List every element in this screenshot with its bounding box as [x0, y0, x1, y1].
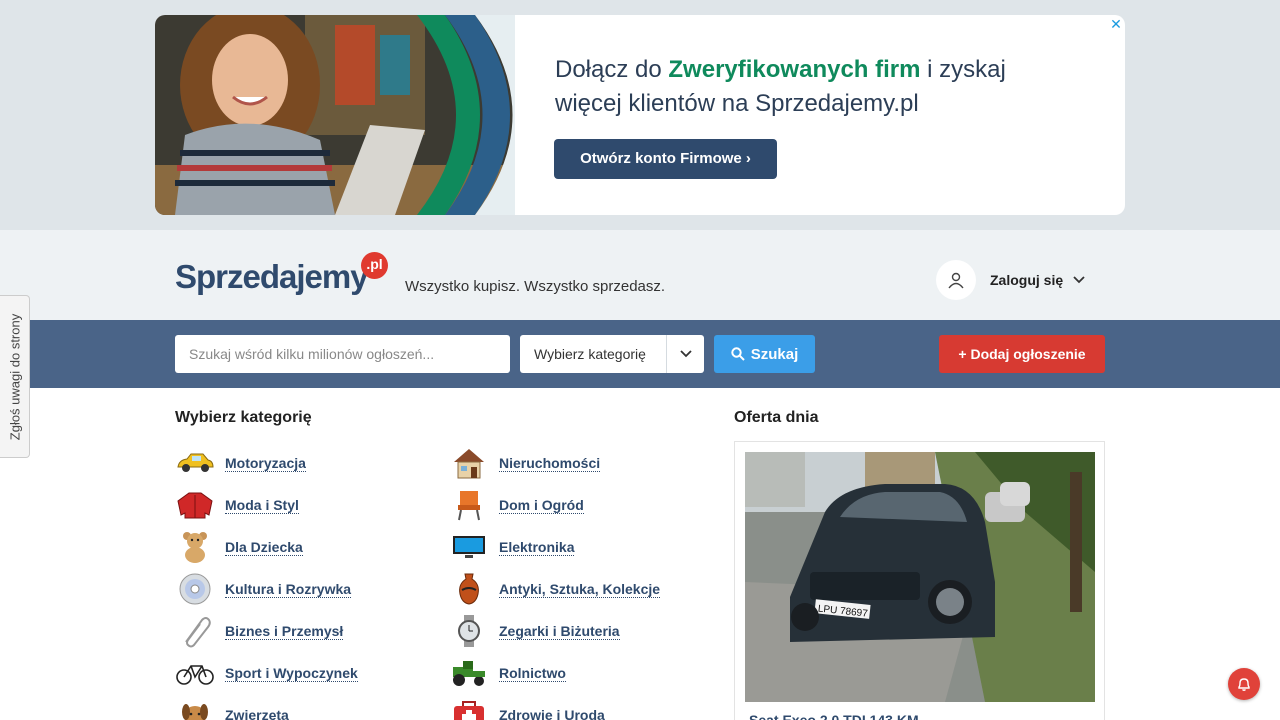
search-button-label: Szukaj — [750, 345, 799, 363]
logo-badge: .pl — [361, 252, 388, 279]
search-input[interactable] — [175, 335, 510, 373]
notifications-button[interactable] — [1228, 668, 1260, 700]
category-item-biznes-i-przemysl[interactable]: Biznes i Przemysł — [175, 614, 344, 648]
categories-title: Wybierz kategorię — [175, 409, 312, 426]
watch-icon — [449, 614, 489, 648]
car-icon — [175, 446, 215, 480]
category-item-dla-dziecka[interactable]: Dla Dziecka — [175, 530, 303, 564]
login-label: Zaloguj się — [990, 272, 1064, 288]
tv-icon — [449, 530, 489, 564]
category-item-zdrowie-i-uroda[interactable]: Zdrowie i Uroda — [449, 698, 605, 720]
vase-icon — [449, 572, 489, 606]
category-item-moda-i-styl[interactable]: Moda i Styl — [175, 488, 299, 522]
chair-icon — [449, 488, 489, 522]
ad-photo — [155, 15, 515, 215]
paperclip-icon — [175, 614, 215, 648]
bicycle-icon — [175, 656, 215, 690]
tagline: Wszystko kupisz. Wszystko sprzedasz. — [405, 278, 666, 295]
search-icon — [731, 347, 745, 361]
category-item-zwierzeta[interactable]: Zwierzęta — [175, 698, 289, 720]
logo[interactable]: Sprzedajemy .pl — [175, 252, 388, 298]
ad-highlight: Zweryfikowanych firm — [668, 56, 921, 83]
teddy-bear-icon — [175, 530, 215, 564]
category-item-dom-i-ogrod[interactable]: Dom i Ogród — [449, 488, 584, 522]
house-icon — [449, 446, 489, 480]
category-item-motoryzacja[interactable]: Motoryzacja — [175, 446, 306, 480]
feedback-tab[interactable]: Zgłoś uwagi do strony — [0, 295, 30, 458]
ad-headline: Dołącz do Zweryfikowanych firm i zyskaj … — [555, 56, 1006, 117]
deal-photo: LPU 78697 — [745, 452, 1095, 702]
deal-of-the-day-title: Oferta dnia — [734, 409, 819, 426]
category-select[interactable]: Wybierz kategorię — [520, 335, 704, 373]
category-item-zegarki-i-bizuteria[interactable]: Zegarki i Biżuteria — [449, 614, 620, 648]
search-bar: Wybierz kategorię Szukaj + Dodaj ogłosze… — [0, 320, 1280, 388]
category-item-kultura-i-rozrywka[interactable]: Kultura i Rozrywka — [175, 572, 352, 606]
site-header: Sprzedajemy .pl Wszystko kupisz. Wszystk… — [0, 230, 1280, 320]
chevron-down-icon — [1073, 271, 1085, 289]
cd-icon — [175, 572, 215, 606]
bell-icon — [1238, 678, 1250, 691]
ad-banner[interactable]: Dołącz do Zweryfikowanych firm i zyskaj … — [155, 15, 1125, 215]
ad-banner-area: Dołącz do Zweryfikowanych firm i zyskaj … — [0, 0, 1280, 230]
dog-icon — [175, 698, 215, 720]
tractor-icon — [449, 656, 489, 690]
category-item-nieruchomosci[interactable]: Nieruchomości — [449, 446, 601, 480]
jacket-icon — [175, 488, 215, 522]
user-icon — [936, 260, 976, 300]
category-select-label: Wybierz kategorię — [534, 346, 646, 362]
logo-text: Sprzedajemy — [175, 258, 369, 295]
first-aid-icon — [449, 698, 489, 720]
deal-caption: Seat Exeo 2.0 TDI 143 KM — [749, 712, 919, 720]
category-item-antyki[interactable]: Antyki, Sztuka, Kolekcje — [449, 572, 661, 606]
category-item-elektronika[interactable]: Elektronika — [449, 530, 575, 564]
search-button[interactable]: Szukaj — [714, 335, 815, 373]
close-icon[interactable]: ✕ — [1109, 17, 1123, 31]
open-business-account-button[interactable]: Otwórz konto Firmowe › — [554, 139, 777, 179]
login-button[interactable]: Zaloguj się — [936, 260, 1085, 300]
add-listing-button[interactable]: + Dodaj ogłoszenie — [939, 335, 1105, 373]
feedback-label: Zgłoś uwagi do strony — [7, 313, 22, 440]
deal-card[interactable]: LPU 78697 Seat Exeo 2.0 TDI 143 KM — [734, 441, 1105, 720]
category-item-sport-i-wypoczynek[interactable]: Sport i Wypoczynek — [175, 656, 358, 690]
category-item-rolnictwo[interactable]: Rolnictwo — [449, 656, 566, 690]
chevron-down-icon — [666, 335, 704, 373]
